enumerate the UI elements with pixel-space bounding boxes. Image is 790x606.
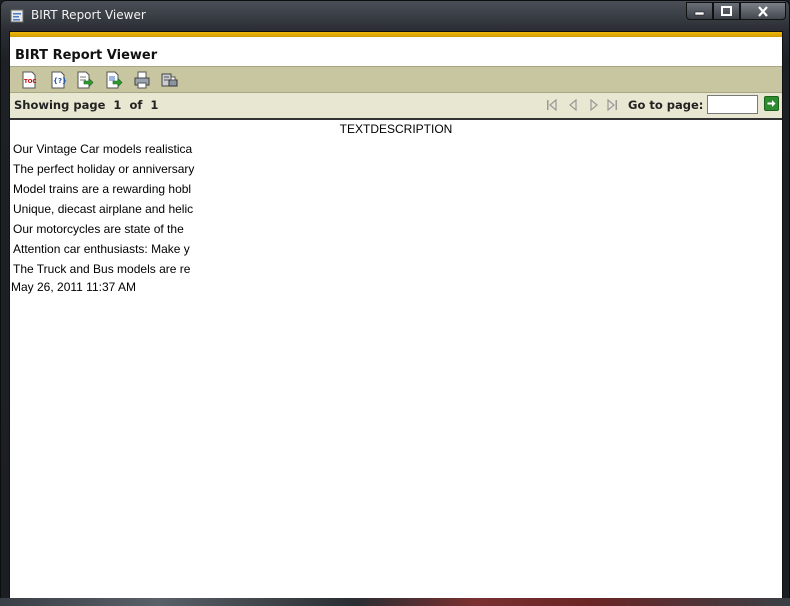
report-row: The perfect holiday or anniversary [13, 162, 195, 176]
maximize-button[interactable] [713, 2, 740, 20]
print-icon[interactable] [133, 71, 151, 89]
viewer-toolbar: TOC {?} [10, 66, 782, 93]
app-window: BIRT Report Viewer BIRT Report Viewer TO… [0, 0, 790, 606]
title-bar[interactable]: BIRT Report Viewer [1, 1, 790, 31]
svg-text:{?}: {?} [53, 77, 67, 85]
report-row: Our Vintage Car models realistica [13, 142, 193, 156]
page-status: Showing page 1 of 1 [14, 98, 158, 112]
app-icon [10, 9, 24, 23]
close-icon [758, 5, 768, 17]
goto-page-label: Go to page: [628, 98, 704, 112]
svg-text:TOC: TOC [24, 79, 36, 85]
run-parameters-icon[interactable]: {?} [49, 71, 67, 89]
close-button[interactable] [740, 2, 786, 20]
report-row: Unique, diecast airplane and helic [13, 202, 194, 216]
arrow-right-icon [767, 100, 776, 107]
showing-label: Showing page [14, 98, 106, 112]
column-header: TEXTDESCRIPTION [339, 122, 453, 136]
report-row: Model trains are a rewarding hobl [13, 182, 192, 196]
of-label: of [129, 98, 143, 112]
total-pages: 1 [150, 98, 159, 112]
accent-bar [10, 32, 782, 37]
toc-icon[interactable]: TOC [20, 71, 38, 89]
viewer-client-area: BIRT Report Viewer TOC {?} Showing page … [9, 31, 783, 599]
previous-page-icon[interactable] [566, 98, 580, 112]
report-timestamp: May 26, 2011 11:37 AM [11, 280, 136, 294]
report-row: Our motorcycles are state of the [13, 222, 184, 236]
report-row: The Truck and Bus models are re [13, 262, 191, 276]
caption-buttons [686, 2, 786, 21]
navigation-bar: Showing page 1 of 1 Go to page: [10, 93, 782, 120]
report-row: Attention car enthusiasts: Make y [13, 242, 190, 256]
viewer-title: BIRT Report Viewer [15, 48, 158, 63]
current-page: 1 [113, 98, 122, 112]
minimize-button[interactable] [686, 2, 713, 20]
maximize-icon [721, 6, 732, 16]
print-server-icon[interactable] [160, 71, 178, 89]
window-title: BIRT Report Viewer [31, 8, 146, 22]
goto-page-button[interactable] [764, 96, 779, 111]
goto-page-input[interactable] [707, 95, 758, 114]
report-content: TEXTDESCRIPTION Our Vintage Car models r… [10, 120, 782, 598]
minimize-icon [694, 11, 705, 15]
last-page-icon[interactable] [605, 98, 619, 112]
first-page-icon[interactable] [545, 98, 559, 112]
export-data-icon[interactable] [76, 71, 94, 89]
next-page-icon[interactable] [587, 98, 601, 112]
desktop-background [0, 598, 790, 606]
export-report-icon[interactable] [105, 71, 123, 89]
